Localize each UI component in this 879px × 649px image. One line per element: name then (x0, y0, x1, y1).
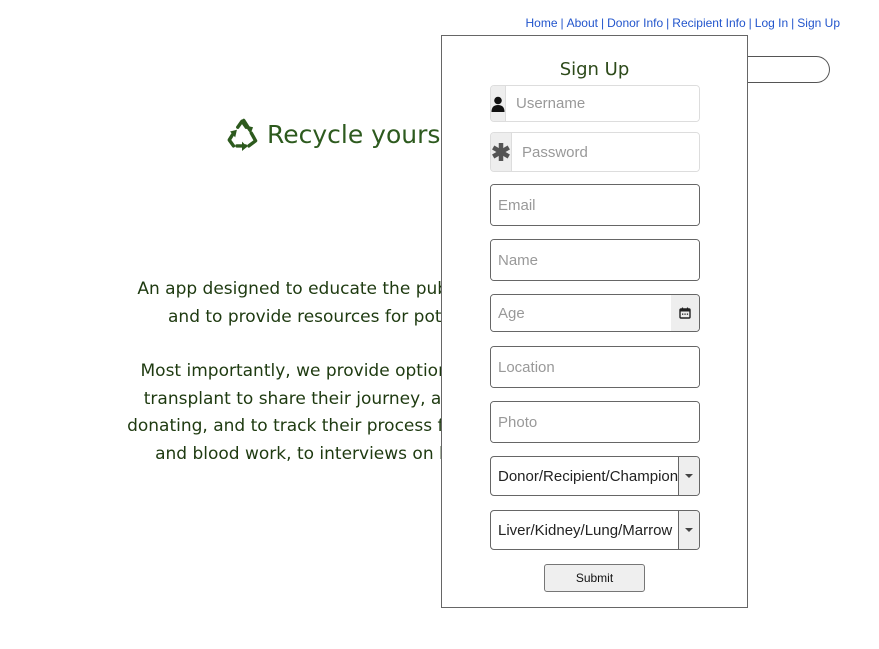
nav-separator: | (560, 16, 564, 30)
nav-separator: | (600, 16, 605, 30)
email-field (490, 184, 700, 226)
page-title: Recycle yours (225, 116, 440, 152)
submit-button[interactable]: Submit (544, 564, 645, 592)
hero-title-text: Recycle yours (267, 119, 441, 149)
email-input[interactable] (491, 185, 699, 225)
nav-link-recipient-info[interactable]: Recipient Info (672, 16, 745, 30)
asterisk-icon (491, 133, 512, 171)
signup-title: Sign Up (559, 59, 630, 80)
user-icon (491, 86, 506, 121)
recycle-icon (227, 118, 258, 151)
nav-link-log-in[interactable]: Log In (755, 16, 788, 30)
nav-link-donor-info[interactable]: Donor Info (607, 16, 663, 30)
nav-link-home[interactable]: Home (525, 16, 557, 30)
role-select-value: Donor/Recipient/Champion (498, 467, 678, 485)
location-field (490, 346, 700, 388)
location-input[interactable] (491, 347, 699, 387)
chevron-down-icon (678, 511, 699, 549)
password-group (490, 132, 700, 172)
search-input[interactable] (740, 56, 830, 83)
nav-separator: | (791, 16, 795, 30)
username-input[interactable] (506, 86, 699, 121)
organ-select[interactable]: Liver/Kidney/Lung/Marrow (490, 510, 700, 550)
signup-modal: Sign Up Username Email Name Age Location… (441, 35, 748, 608)
photo-field (490, 401, 700, 443)
organ-select-value: Liver/Kidney/Lung/Marrow (498, 521, 673, 539)
name-field (490, 239, 700, 281)
name-input[interactable] (491, 240, 699, 280)
age-field (490, 294, 700, 332)
username-group (490, 85, 700, 122)
nav-separator: | (666, 16, 670, 30)
nav-link-about[interactable]: About (567, 16, 598, 30)
photo-input[interactable] (491, 402, 699, 442)
nav-link-sign-up[interactable]: Sign Up (797, 16, 840, 30)
nav-separator: | (748, 16, 752, 30)
chevron-down-icon (678, 457, 699, 495)
age-input[interactable] (491, 295, 671, 331)
top-nav: Home | About | Donor Info | Recipient Info | Log… (525, 16, 840, 30)
role-select[interactable]: Donor/Recipient/Champion (490, 456, 700, 496)
calendar-icon (679, 307, 691, 319)
password-input[interactable] (512, 133, 699, 171)
calendar-button[interactable] (671, 295, 699, 331)
